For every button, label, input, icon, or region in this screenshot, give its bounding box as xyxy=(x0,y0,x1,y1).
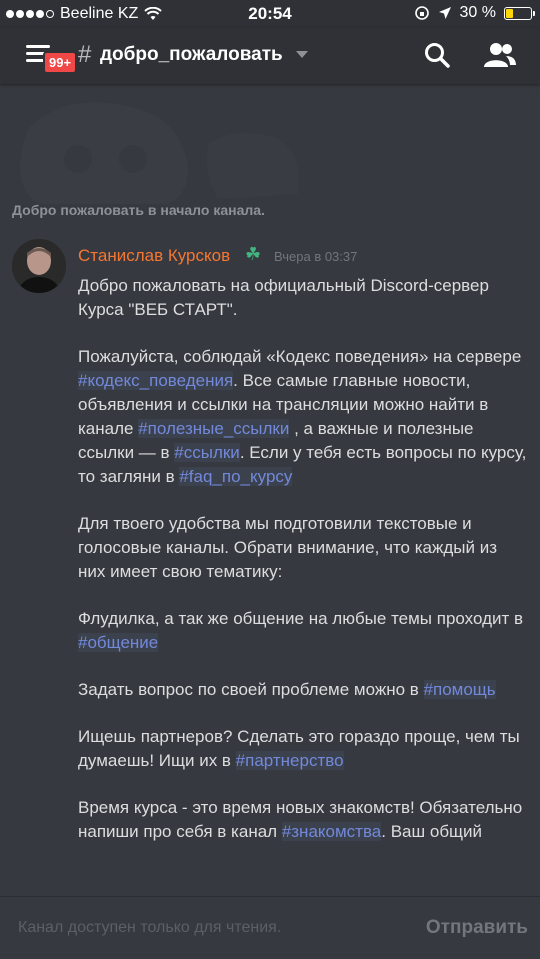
members-icon[interactable] xyxy=(484,42,516,68)
notification-badge: 99+ xyxy=(43,51,78,74)
channel-name[interactable]: добро_пожаловать xyxy=(100,44,283,66)
message-paragraph: Задать вопрос по своей проблеме можно в … xyxy=(78,680,496,699)
chevron-down-icon[interactable] xyxy=(296,51,308,58)
message-author[interactable]: Станислав Курсков xyxy=(78,246,230,266)
message-body: Добро пожаловать на официальный Discord-… xyxy=(78,274,528,867)
message-paragraph: Время курса - это время новых знакомств!… xyxy=(78,798,523,841)
orientation-lock-icon xyxy=(414,6,429,20)
message-timestamp: Вчера в 03:37 xyxy=(274,249,358,264)
channel-mention[interactable]: #ссылки xyxy=(174,443,240,462)
battery-icon xyxy=(504,6,535,20)
message-paragraph: Ищешь партнеров? Сделать это гораздо про… xyxy=(78,727,520,770)
channel-mention[interactable]: #полезные_ссылки xyxy=(138,419,290,438)
channel-hash-icon: # xyxy=(78,41,92,68)
composer-readonly-text: Канал доступен только для чтения. xyxy=(18,919,282,936)
message-list[interactable]: Добро пожаловать в начало канала. Станис… xyxy=(0,84,540,896)
channel-start-text: Добро пожаловать в начало канала. xyxy=(12,202,265,218)
message-composer: Канал доступен только для чтения. Отправ… xyxy=(0,896,540,959)
channel-mention[interactable]: #помощь xyxy=(423,680,496,699)
channel-mention[interactable]: #faq_по_курсу xyxy=(179,467,293,486)
status-right: 30 % xyxy=(414,4,535,22)
author-emoji: ☘ xyxy=(245,244,262,264)
status-bar: Beeline KZ 20:54 30 % xyxy=(0,0,540,28)
avatar[interactable] xyxy=(12,239,66,293)
discord-logo-watermark xyxy=(20,102,299,204)
location-icon xyxy=(438,7,451,19)
search-icon[interactable] xyxy=(424,42,450,68)
message-paragraph: Добро пожаловать на официальный Discord-… xyxy=(78,276,489,319)
channel-mention[interactable]: #партнерство xyxy=(235,751,344,770)
message-paragraph: Для твоего удобства мы подготовили текст… xyxy=(78,514,497,581)
message-paragraph: Пожалуйста, соблюдай «Кодекс поведения» … xyxy=(78,347,527,486)
channel-mention[interactable]: #кодекс_поведения xyxy=(78,371,234,390)
channel-header: 99+ # добро_пожаловать xyxy=(0,28,540,84)
send-button[interactable]: Отправить xyxy=(426,917,528,939)
battery-percent: 30 % xyxy=(459,4,496,21)
message-paragraph: Флудилка, а так же общение на любые темы… xyxy=(78,609,524,652)
channel-mention[interactable]: #знакомства xyxy=(281,822,382,841)
channel-mention[interactable]: #общение xyxy=(78,633,159,652)
